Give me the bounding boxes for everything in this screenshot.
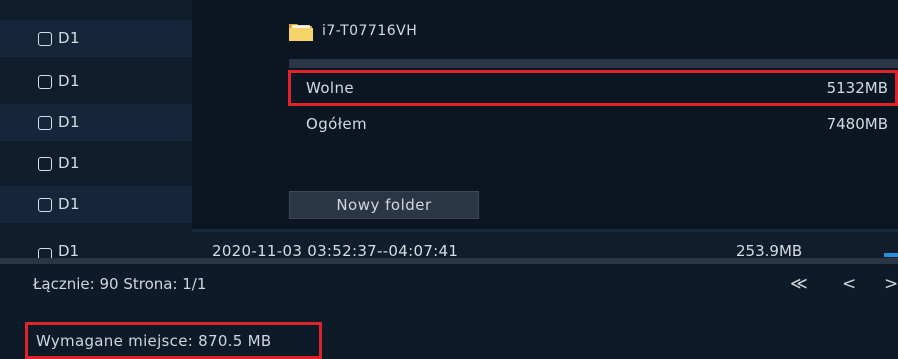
next-page-button[interactable]: > [884, 274, 898, 294]
list-item[interactable]: D1 2020-11-03 03:52:37--04:07:41 253.9MB [0, 240, 898, 258]
first-page-button[interactable]: ≪ [790, 274, 808, 294]
total-space-value: 7480MB [826, 115, 888, 133]
required-space-text: Wymagane miejsce: 870.5 MB [36, 332, 272, 350]
pagination-summary: Łącznie: 90 Strona: 1/1 [33, 275, 207, 293]
recording-size: 253.9MB [736, 242, 803, 258]
required-space-box: Wymagane miejsce: 870.5 MB [25, 322, 322, 359]
row-checkbox[interactable] [38, 198, 52, 212]
recording-time-range: 2020-11-03 03:52:37--04:07:41 [212, 242, 459, 258]
channel-label: D1 [58, 195, 81, 213]
new-folder-button[interactable]: Nowy folder [289, 191, 479, 219]
footer: Łącznie: 90 Strona: 1/1 ≪ < > Wymagane m… [0, 264, 898, 359]
row-checkbox[interactable] [38, 75, 52, 89]
progress-indicator [884, 253, 898, 257]
row-checkbox[interactable] [38, 248, 52, 258]
folder-icon [289, 24, 313, 41]
channel-label: D1 [58, 113, 81, 131]
divider [289, 59, 898, 68]
row-checkbox[interactable] [38, 32, 52, 46]
prev-page-button[interactable]: < [842, 274, 856, 294]
total-space-label: Ogółem [306, 115, 368, 133]
total-space-row: Ogółem 7480MB [290, 111, 896, 139]
channel-label: D1 [58, 242, 80, 258]
channel-label: D1 [58, 29, 81, 47]
channel-label: D1 [58, 154, 81, 172]
row-checkbox[interactable] [38, 157, 52, 171]
row-checkbox[interactable] [38, 116, 52, 130]
highlight-box [288, 70, 898, 106]
channel-label: D1 [58, 72, 81, 90]
folder-name: i7-T07716VH [322, 23, 418, 39]
storage-dialog: i7-T07716VH Wolne 5132MB Ogółem 7480MB N… [192, 0, 898, 232]
